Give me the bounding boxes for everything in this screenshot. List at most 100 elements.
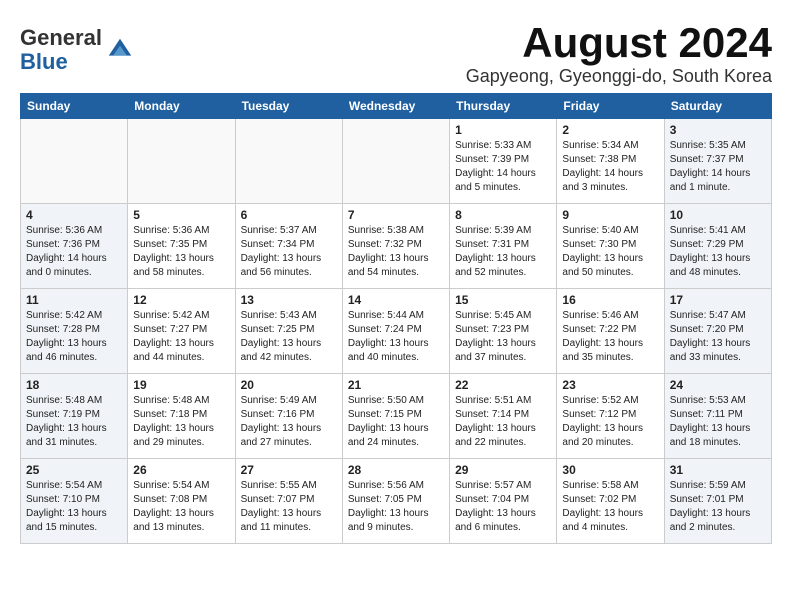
day-info: Sunrise: 5:47 AM Sunset: 7:20 PM Dayligh…	[670, 309, 766, 365]
column-header-friday: Friday	[557, 94, 664, 119]
day-info: Sunrise: 5:35 AM Sunset: 7:37 PM Dayligh…	[670, 139, 766, 195]
day-info: Sunrise: 5:54 AM Sunset: 7:08 PM Dayligh…	[133, 479, 229, 535]
day-info: Sunrise: 5:55 AM Sunset: 7:07 PM Dayligh…	[241, 479, 337, 535]
column-header-monday: Monday	[128, 94, 235, 119]
calendar-cell	[235, 119, 342, 204]
calendar-cell: 21Sunrise: 5:50 AM Sunset: 7:15 PM Dayli…	[342, 374, 449, 459]
day-number: 18	[26, 378, 122, 392]
day-number: 23	[562, 378, 658, 392]
calendar-cell: 11 Sunrise: 5:42 AM Sunset: 7:28 PM Dayli…	[21, 289, 128, 374]
calendar-cell: 28 Sunrise: 5:56 AM Sunset: 7:05 PM Dayli…	[342, 459, 449, 544]
day-number: 24	[670, 378, 766, 392]
calendar-cell: 25 Sunrise: 5:54 AM Sunset: 7:10 PM Dayli…	[21, 459, 128, 544]
calendar-cell: 24 Sunrise: 5:53 AM Sunset: 7:11 PM Dayli…	[664, 374, 771, 459]
day-number: 17	[670, 293, 766, 307]
week-row-4: 18 Sunrise: 5:48 AM Sunset: 7:19 PM Dayli…	[21, 374, 772, 459]
calendar-title: August 2024	[466, 20, 772, 66]
calendar-cell: 2 Sunrise: 5:34 AM Sunset: 7:38 PM Daylig…	[557, 119, 664, 204]
day-info: Sunrise: 5:49 AM Sunset: 7:16 PM Dayligh…	[241, 394, 337, 450]
day-number: 30	[562, 463, 658, 477]
page-header: General Blue August 2024 Gapyeong, Gyeon…	[20, 20, 772, 87]
day-info: Sunrise: 5:58 AM Sunset: 7:02 PM Dayligh…	[562, 479, 658, 535]
day-number: 20	[241, 378, 337, 392]
day-number: 1	[455, 123, 551, 137]
calendar-cell: 5Sunrise: 5:36 AM Sunset: 7:35 PM Daylig…	[128, 204, 235, 289]
day-info: Sunrise: 5:56 AM Sunset: 7:05 PM Dayligh…	[348, 479, 444, 535]
calendar-cell: 13Sunrise: 5:43 AM Sunset: 7:25 PM Dayli…	[235, 289, 342, 374]
day-number: 2	[562, 123, 658, 137]
day-number: 29	[455, 463, 551, 477]
day-number: 4	[26, 208, 122, 222]
calendar-cell: 3 Sunrise: 5:35 AM Sunset: 7:37 PM Daylig…	[664, 119, 771, 204]
day-info: Sunrise: 5:34 AM Sunset: 7:38 PM Dayligh…	[562, 139, 658, 195]
calendar-cell: 30 Sunrise: 5:58 AM Sunset: 7:02 PM Dayli…	[557, 459, 664, 544]
calendar-cell: 20 Sunrise: 5:49 AM Sunset: 7:16 PM Dayli…	[235, 374, 342, 459]
day-info: Sunrise: 5:42 AM Sunset: 7:28 PM Dayligh…	[26, 309, 122, 365]
day-number: 22	[455, 378, 551, 392]
calendar-cell	[128, 119, 235, 204]
calendar-cell: 7 Sunrise: 5:38 AM Sunset: 7:32 PM Daylig…	[342, 204, 449, 289]
week-row-5: 25 Sunrise: 5:54 AM Sunset: 7:10 PM Dayli…	[21, 459, 772, 544]
day-info: Sunrise: 5:41 AM Sunset: 7:29 PM Dayligh…	[670, 224, 766, 280]
day-number: 10	[670, 208, 766, 222]
column-header-sunday: Sunday	[21, 94, 128, 119]
calendar-cell: 14Sunrise: 5:44 AM Sunset: 7:24 PM Dayli…	[342, 289, 449, 374]
column-header-saturday: Saturday	[664, 94, 771, 119]
day-number: 25	[26, 463, 122, 477]
day-info: Sunrise: 5:57 AM Sunset: 7:04 PM Dayligh…	[455, 479, 551, 535]
week-row-2: 4Sunrise: 5:36 AM Sunset: 7:36 PM Daylig…	[21, 204, 772, 289]
day-info: Sunrise: 5:39 AM Sunset: 7:31 PM Dayligh…	[455, 224, 551, 280]
day-info: Sunrise: 5:38 AM Sunset: 7:32 PM Dayligh…	[348, 224, 444, 280]
day-number: 12	[133, 293, 229, 307]
day-info: Sunrise: 5:48 AM Sunset: 7:18 PM Dayligh…	[133, 394, 229, 450]
day-info: Sunrise: 5:48 AM Sunset: 7:19 PM Dayligh…	[26, 394, 122, 450]
logo-blue: Blue	[20, 49, 68, 74]
logo: General Blue	[20, 26, 134, 74]
day-number: 3	[670, 123, 766, 137]
calendar-cell: 19 Sunrise: 5:48 AM Sunset: 7:18 PM Dayli…	[128, 374, 235, 459]
day-info: Sunrise: 5:46 AM Sunset: 7:22 PM Dayligh…	[562, 309, 658, 365]
day-number: 27	[241, 463, 337, 477]
logo-general: General	[20, 25, 102, 50]
calendar-cell: 22 Sunrise: 5:51 AM Sunset: 7:14 PM Dayli…	[450, 374, 557, 459]
calendar-cell: 8 Sunrise: 5:39 AM Sunset: 7:31 PM Daylig…	[450, 204, 557, 289]
day-info: Sunrise: 5:33 AM Sunset: 7:39 PM Dayligh…	[455, 139, 551, 195]
day-info: Sunrise: 5:53 AM Sunset: 7:11 PM Dayligh…	[670, 394, 766, 450]
day-number: 7	[348, 208, 444, 222]
day-number: 26	[133, 463, 229, 477]
day-number: 28	[348, 463, 444, 477]
title-area: August 2024 Gapyeong, Gyeonggi-do, South…	[466, 20, 772, 87]
calendar-cell: 15 Sunrise: 5:45 AM Sunset: 7:23 PM Dayli…	[450, 289, 557, 374]
day-info: Sunrise: 5:45 AM Sunset: 7:23 PM Dayligh…	[455, 309, 551, 365]
calendar-cell: 26 Sunrise: 5:54 AM Sunset: 7:08 PM Dayli…	[128, 459, 235, 544]
calendar-cell: 6Sunrise: 5:37 AM Sunset: 7:34 PM Daylig…	[235, 204, 342, 289]
calendar-cell: 17 Sunrise: 5:47 AM Sunset: 7:20 PM Dayli…	[664, 289, 771, 374]
day-number: 16	[562, 293, 658, 307]
day-number: 19	[133, 378, 229, 392]
day-number: 9	[562, 208, 658, 222]
day-info: Sunrise: 5:42 AM Sunset: 7:27 PM Dayligh…	[133, 309, 229, 365]
column-header-wednesday: Wednesday	[342, 94, 449, 119]
calendar-cell: 29 Sunrise: 5:57 AM Sunset: 7:04 PM Dayli…	[450, 459, 557, 544]
day-number: 8	[455, 208, 551, 222]
column-header-thursday: Thursday	[450, 94, 557, 119]
day-number: 11	[26, 293, 122, 307]
calendar-cell: 31Sunrise: 5:59 AM Sunset: 7:01 PM Dayli…	[664, 459, 771, 544]
calendar-cell: 18 Sunrise: 5:48 AM Sunset: 7:19 PM Dayli…	[21, 374, 128, 459]
day-number: 21	[348, 378, 444, 392]
day-info: Sunrise: 5:40 AM Sunset: 7:30 PM Dayligh…	[562, 224, 658, 280]
calendar-cell: 12 Sunrise: 5:42 AM Sunset: 7:27 PM Dayli…	[128, 289, 235, 374]
day-number: 13	[241, 293, 337, 307]
day-info: Sunrise: 5:52 AM Sunset: 7:12 PM Dayligh…	[562, 394, 658, 450]
day-number: 6	[241, 208, 337, 222]
calendar-cell: 27 Sunrise: 5:55 AM Sunset: 7:07 PM Dayli…	[235, 459, 342, 544]
day-info: Sunrise: 5:54 AM Sunset: 7:10 PM Dayligh…	[26, 479, 122, 535]
calendar-cell: 16 Sunrise: 5:46 AM Sunset: 7:22 PM Dayli…	[557, 289, 664, 374]
day-number: 14	[348, 293, 444, 307]
week-row-3: 11 Sunrise: 5:42 AM Sunset: 7:28 PM Dayli…	[21, 289, 772, 374]
week-row-1: 1 Sunrise: 5:33 AM Sunset: 7:39 PM Daylig…	[21, 119, 772, 204]
calendar-cell: 1 Sunrise: 5:33 AM Sunset: 7:39 PM Daylig…	[450, 119, 557, 204]
day-info: Sunrise: 5:51 AM Sunset: 7:14 PM Dayligh…	[455, 394, 551, 450]
calendar-cell: 9 Sunrise: 5:40 AM Sunset: 7:30 PM Daylig…	[557, 204, 664, 289]
day-number: 15	[455, 293, 551, 307]
